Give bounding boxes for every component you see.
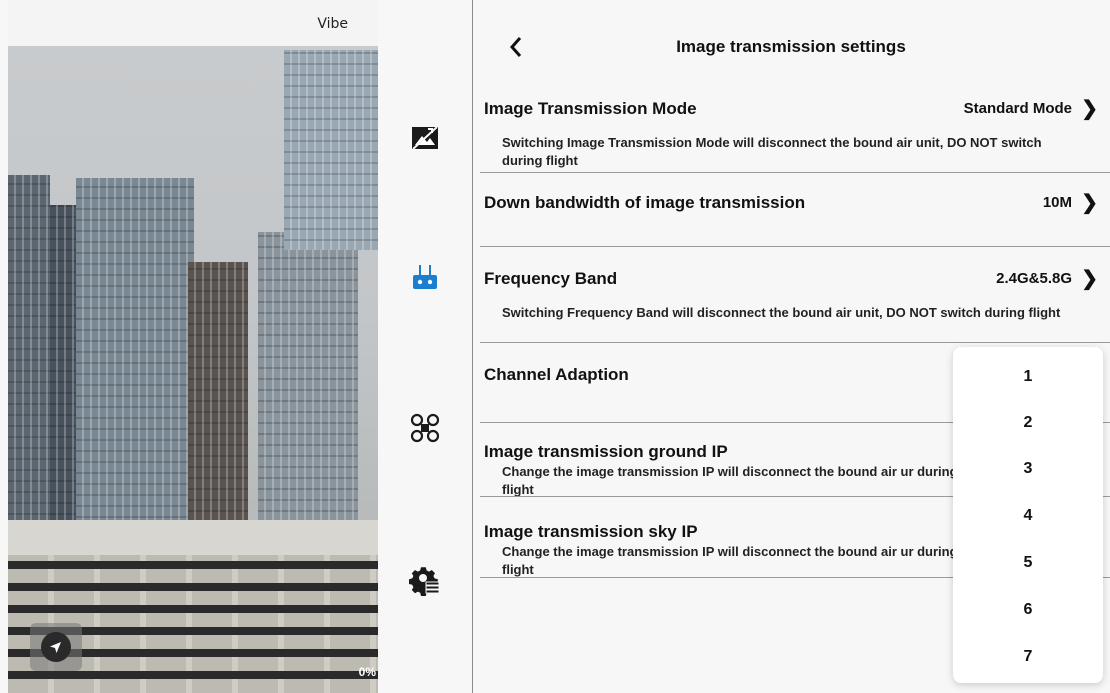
setting-description: Change the image transmission IP will di…	[502, 464, 958, 497]
building	[8, 175, 50, 535]
image-transmission-icon[interactable]	[405, 118, 445, 158]
setting-label: Frequency Band	[484, 269, 618, 288]
signal-percent: 0%	[358, 665, 376, 679]
dropdown-option[interactable]: 4	[953, 496, 1103, 536]
setting-description: Switching Frequency Band will disconnect…	[502, 305, 1061, 320]
dropdown-option[interactable]: 3	[953, 449, 1103, 489]
navigation-arrow-icon	[41, 632, 71, 662]
building	[188, 262, 248, 532]
divider	[480, 246, 1110, 247]
setting-value: 10M	[1042, 194, 1072, 211]
building	[258, 232, 358, 532]
setting-label: Channel Adaption	[484, 365, 629, 384]
setting-row-transmission-mode[interactable]: Image Transmission Mode Standard Mode ❯ …	[472, 96, 1110, 174]
settings-gear-icon[interactable]	[405, 560, 445, 600]
setting-label: Down bandwidth of image transmission	[484, 193, 806, 212]
navigation-button[interactable]	[30, 623, 82, 671]
remote-controller-icon[interactable]	[405, 258, 445, 298]
dropdown-option[interactable]: 6	[953, 590, 1103, 630]
setting-label: Image transmission sky IP	[484, 522, 698, 541]
setting-description: Switching Image Transmission Mode will d…	[502, 135, 1042, 168]
dropdown-option[interactable]: 7	[953, 637, 1103, 677]
channel-dropdown: 1 2 3 4 5 6 7	[953, 347, 1103, 683]
setting-label: Image Transmission Mode	[484, 99, 697, 118]
dropdown-option[interactable]: 1	[953, 357, 1103, 397]
chevron-right-icon: ❯	[1081, 268, 1098, 290]
chevron-right-icon: ❯	[1081, 98, 1098, 120]
building	[76, 178, 194, 538]
dropdown-option[interactable]: 5	[953, 543, 1103, 583]
divider	[480, 172, 1110, 173]
setting-value: 2.4G&5.8G	[996, 270, 1072, 287]
setting-row-frequency-band[interactable]: Frequency Band 2.4G&5.8G ❯ Switching Fre…	[472, 266, 1110, 344]
dropdown-option[interactable]: 2	[953, 403, 1103, 443]
icon-rail	[378, 0, 473, 693]
setting-value: Standard Mode	[963, 100, 1072, 117]
camera-preview: Vibe 0%	[8, 0, 378, 693]
rooftop	[8, 520, 378, 560]
building	[284, 50, 378, 250]
camera-top-bar: Vibe	[8, 0, 378, 46]
divider	[480, 342, 1110, 343]
drone-icon[interactable]	[405, 408, 445, 448]
camera-overlay-label: Vibe	[317, 16, 348, 32]
setting-description: Change the image transmission IP will di…	[502, 544, 958, 577]
setting-label: Image transmission ground IP	[484, 442, 728, 461]
chevron-right-icon: ❯	[1081, 192, 1098, 214]
page-title: Image transmission settings	[676, 37, 906, 56]
setting-row-down-bandwidth[interactable]: Down bandwidth of image transmission 10M…	[472, 190, 1110, 248]
